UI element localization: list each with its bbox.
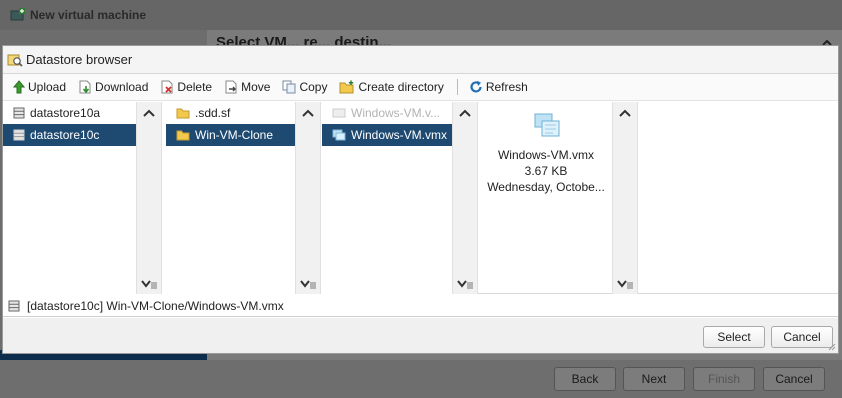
folder-icon [176,130,190,141]
datastore-browser-dialog: Datastore browser Upload Download Delete [2,45,839,354]
file-list-scrollbar[interactable] [452,102,478,294]
move-label: Move [241,80,271,94]
dialog-cancel-button[interactable]: Cancel [771,326,833,348]
folder-icon [176,108,190,119]
scroll-up-icon[interactable] [142,108,156,118]
wizard-titlebar: New virtual machine [0,0,842,30]
scroll-down-icon[interactable] [457,278,473,290]
folder-list-scrollbar[interactable] [295,102,321,294]
file-list: Windows-VM.v... Windows-VM.vmx [321,102,452,294]
datastore-icon [8,300,20,311]
new-folder-icon [339,80,354,94]
selected-path-bar: [datastore10c] Win-VM-Clone/Windows-VM.v… [3,295,838,317]
select-button[interactable]: Select [703,326,765,348]
datastore-list: datastore10a datastore10c [3,102,136,294]
copy-label: Copy [299,80,328,94]
copy-icon [282,80,296,94]
preview-file-date: Wednesday, Octobe... [487,180,605,194]
delete-button[interactable]: Delete [157,77,215,97]
file-name: Windows-VM.vmx [351,128,448,142]
next-button[interactable]: Next [623,367,685,391]
resize-grip-icon[interactable] [828,343,836,351]
file-preview: Windows-VM.vmx 3.67 KB Wednesday, Octobe… [480,102,612,294]
file-name: Windows-VM.v... [351,106,441,120]
scroll-down-icon[interactable] [141,278,157,290]
vm-file-icon [332,108,346,118]
scroll-up-icon[interactable] [618,108,632,118]
folder-item[interactable]: .sdd.sf [166,102,295,124]
dialog-footer: Select Cancel [3,318,838,353]
browser-columns: datastore10a datastore10c .sdd.sf Win-VM… [3,102,838,294]
datastore-name: datastore10c [30,128,100,142]
datastore-name: datastore10a [30,106,101,120]
create-directory-label: Create directory [358,80,444,94]
file-item[interactable]: Windows-VM.v... [322,102,452,124]
toolbar: Upload Download Delete Move Copy Create … [3,74,838,101]
create-directory-button[interactable]: Create directory [336,77,446,97]
preview-file-size: 3.67 KB [524,164,568,178]
datastore-item-selected[interactable]: datastore10c [3,124,136,146]
finish-button[interactable]: Finish [693,367,755,391]
wizard-cancel-button[interactable]: Cancel [763,367,825,391]
preview-scrollbar[interactable] [612,102,638,294]
copy-button[interactable]: Copy [279,77,330,97]
back-button[interactable]: Back [554,367,616,391]
preview-file-name: Windows-VM.vmx [497,148,594,162]
delete-icon [161,80,173,94]
upload-button[interactable]: Upload [10,77,69,97]
scroll-up-icon[interactable] [301,108,315,118]
dialog-title: Datastore browser [26,52,133,67]
datastore-browser-icon [7,54,23,67]
scroll-down-icon[interactable] [300,278,316,290]
toolbar-separator [456,79,458,95]
file-preview-details: Windows-VM.vmx 3.67 KB Wednesday, Octobe… [480,147,612,195]
scroll-up-icon[interactable] [458,108,472,118]
vmx-file-icon [332,129,346,141]
refresh-button[interactable]: Refresh [466,77,531,97]
datastore-list-scrollbar[interactable] [136,102,162,294]
download-label: Download [95,80,149,94]
upload-label: Upload [28,80,67,94]
refresh-label: Refresh [485,80,528,94]
vmx-file-large-icon [534,113,560,137]
folder-name: .sdd.sf [195,106,231,120]
datastore-item[interactable]: datastore10a [3,102,136,124]
folder-list: .sdd.sf Win-VM-Clone [162,102,295,294]
download-button[interactable]: Download [75,77,151,97]
dialog-titlebar: Datastore browser [3,46,838,74]
download-icon [79,80,91,94]
datastore-icon [13,107,25,119]
move-button[interactable]: Move [221,77,273,97]
scroll-down-icon[interactable] [617,278,633,290]
selected-path: [datastore10c] Win-VM-Clone/Windows-VM.v… [27,298,284,313]
upload-icon [13,80,25,94]
delete-label: Delete [177,80,213,94]
move-icon [225,80,237,94]
folder-name: Win-VM-Clone [195,128,274,142]
datastore-icon [13,129,25,141]
folder-item-selected[interactable]: Win-VM-Clone [166,124,295,146]
wizard-title: New virtual machine [30,8,147,22]
refresh-icon [470,80,482,93]
new-vm-icon [10,8,25,21]
file-item-selected[interactable]: Windows-VM.vmx [322,124,452,146]
